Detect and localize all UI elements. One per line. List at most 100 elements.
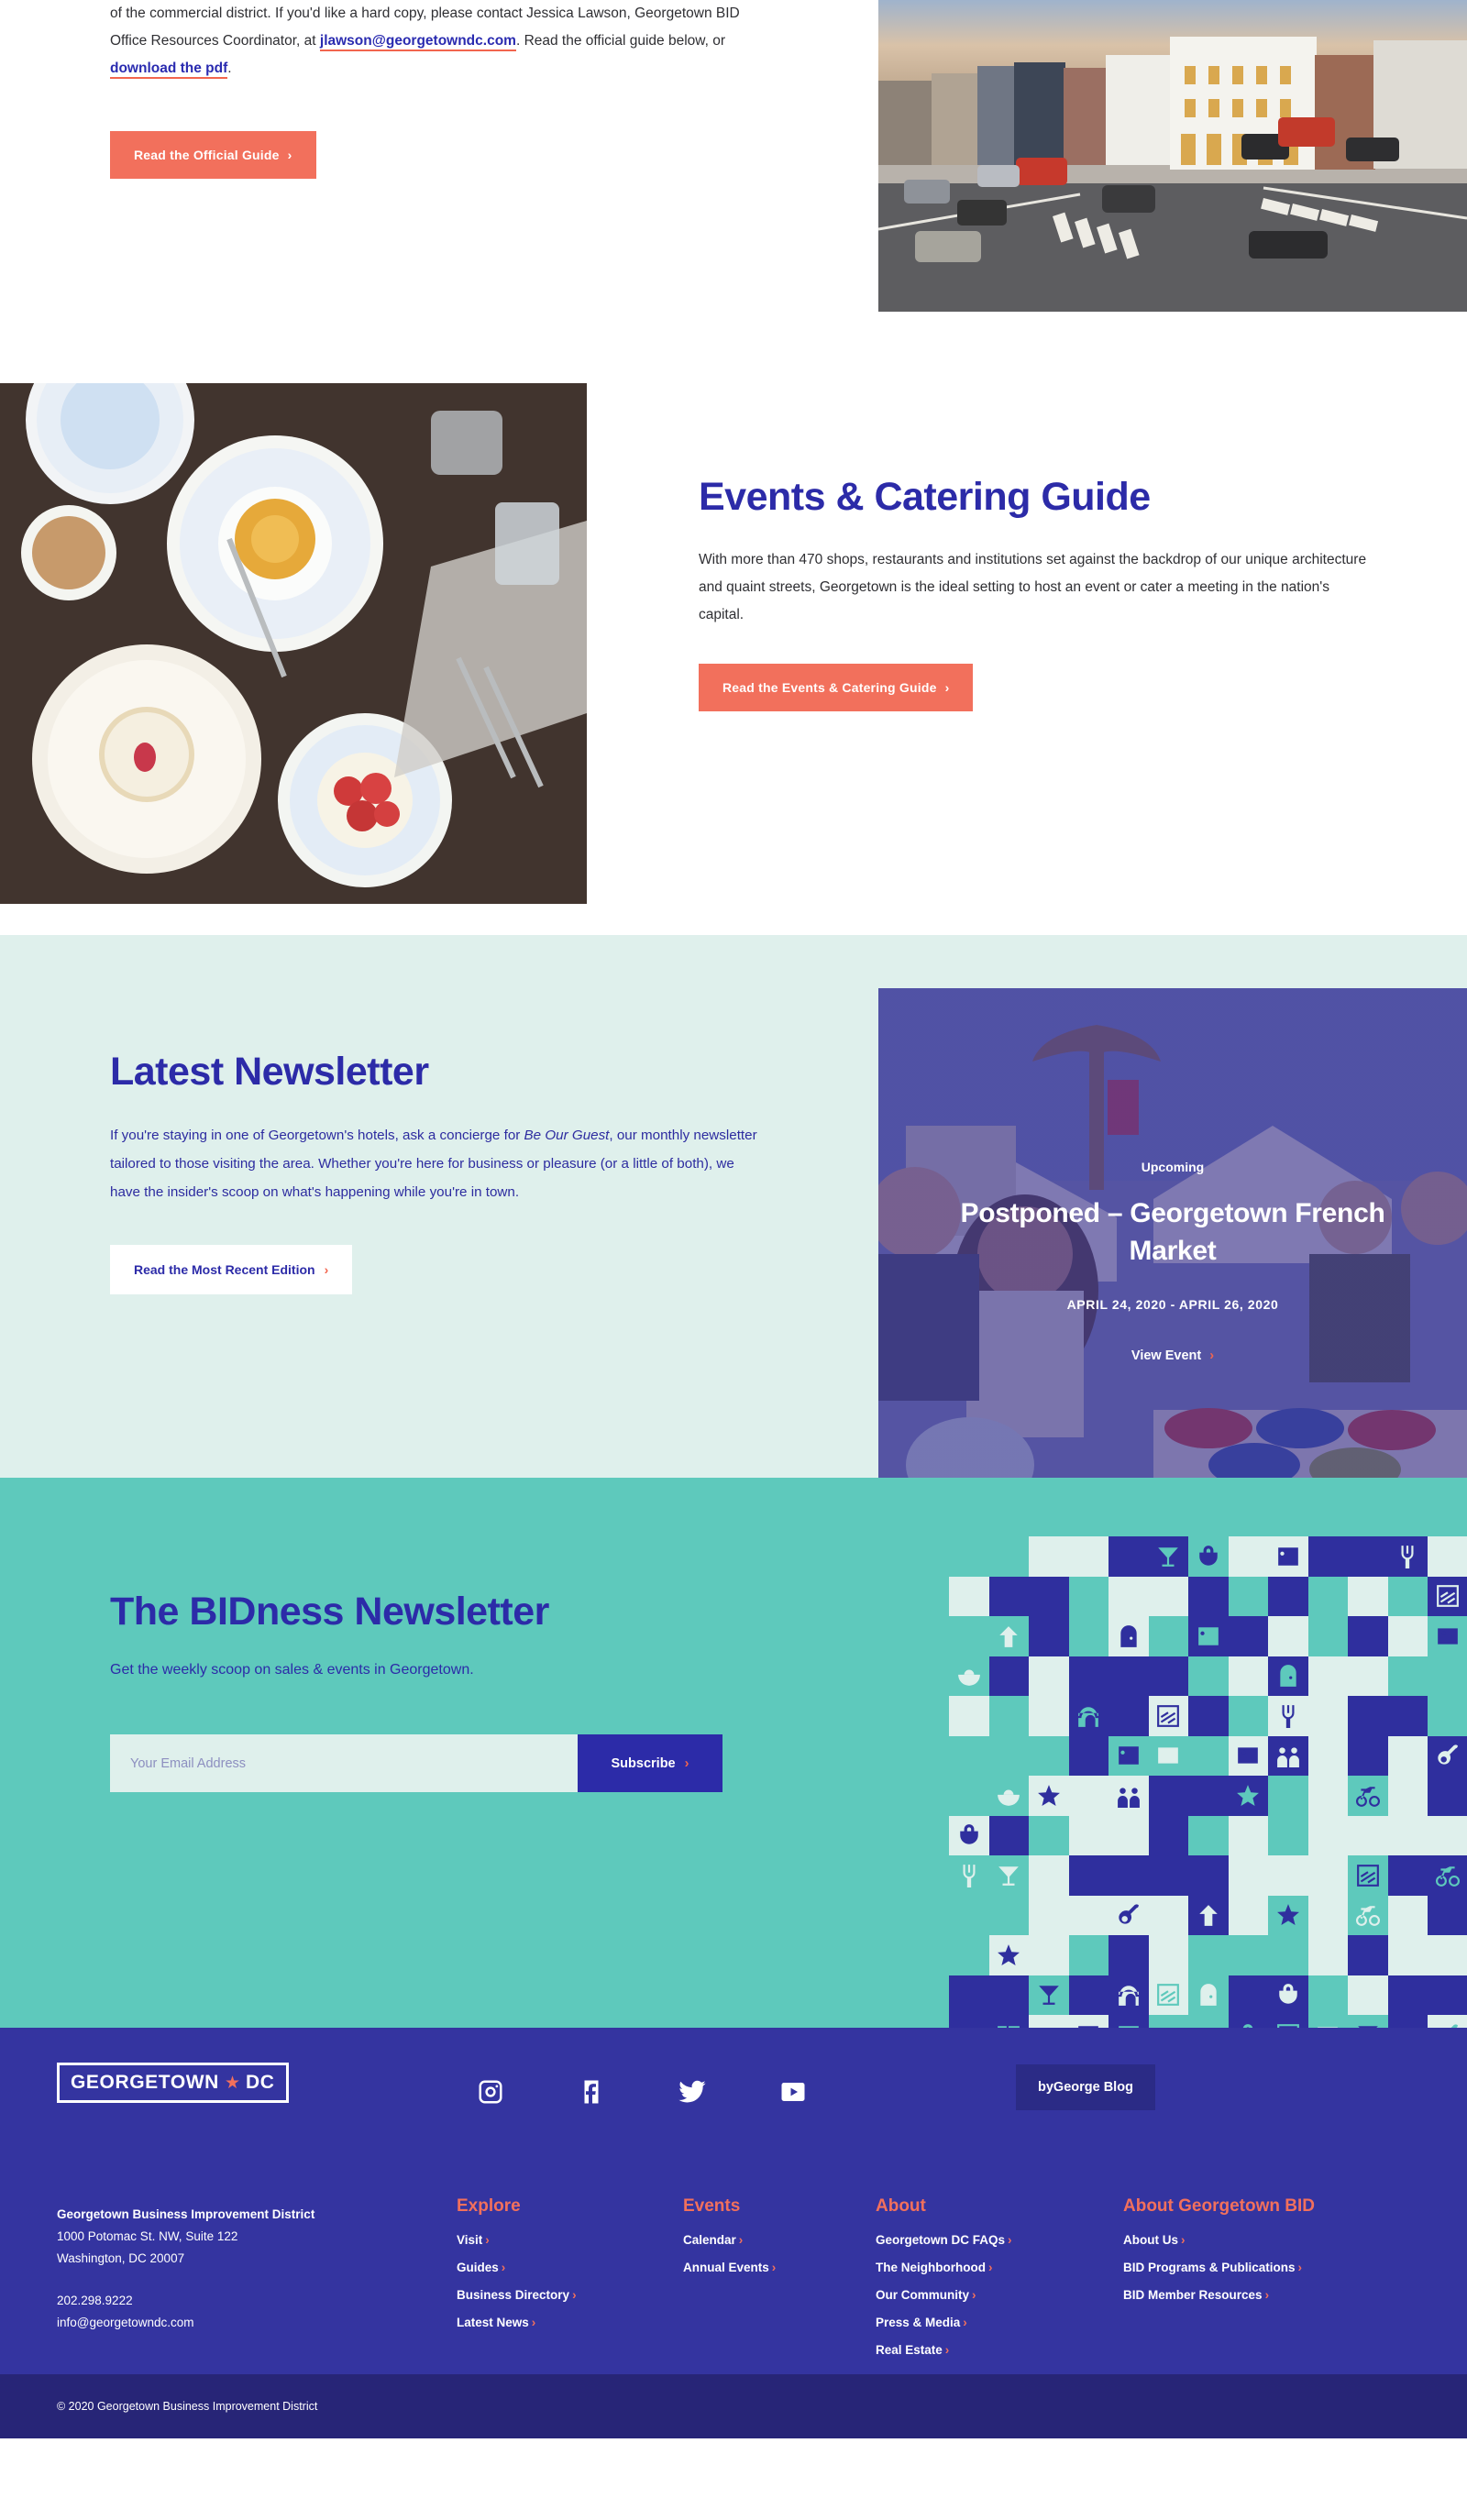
- twitter-icon[interactable]: [642, 2072, 743, 2112]
- footer-email[interactable]: info@georgetowndc.com: [57, 2312, 314, 2334]
- mosaic-tile: [1348, 1656, 1388, 1696]
- mosaic-tile: [1148, 1895, 1188, 1935]
- mosaic-tile: [988, 1536, 1029, 1577]
- chevron-right-icon: ›: [1297, 2261, 1303, 2274]
- footer-column-explore: Explore Visit › Guides › Business Directory › L…: [457, 2196, 577, 2343]
- bygeorge-blog-button[interactable]: byGeorge Blog: [1016, 2064, 1155, 2110]
- mosaic-tile: [1428, 1696, 1467, 1736]
- pdf-link[interactable]: download the pdf: [110, 61, 228, 79]
- footer-link-label: About Us: [1123, 2233, 1178, 2247]
- read-events-catering-guide-button[interactable]: Read the Events & Catering Guide ›: [699, 664, 974, 711]
- footer-link[interactable]: BID Member Resources ›: [1123, 2288, 1315, 2302]
- mosaic-tile: [1348, 1815, 1388, 1855]
- mosaic-tile: [1068, 1656, 1109, 1696]
- star-icon: [1029, 1776, 1069, 1816]
- footer-link[interactable]: Latest News ›: [457, 2316, 577, 2329]
- read-official-guide-label: Read the Official Guide: [134, 148, 280, 162]
- mosaic-tile: [1228, 1576, 1268, 1616]
- event-overlay: Upcoming Postponed – Georgetown French M…: [878, 988, 1467, 1534]
- upcoming-event-card[interactable]: Upcoming Postponed – Georgetown French M…: [878, 988, 1467, 1534]
- footer-link[interactable]: Calendar ›: [683, 2233, 776, 2247]
- mosaic-tile: [1109, 1576, 1149, 1616]
- bicycle-icon: [1348, 1895, 1388, 1935]
- mosaic-tile: [1188, 1935, 1229, 1975]
- mosaic-tile: [1387, 1975, 1428, 2015]
- footer-column-title: Explore: [457, 2196, 521, 2216]
- mosaic-tile: [1188, 1815, 1229, 1855]
- mosaic-tile: [1228, 1536, 1268, 1577]
- footer-link-label: Calendar: [683, 2233, 736, 2247]
- mosaic-tile: [949, 1576, 989, 1616]
- youtube-icon[interactable]: [743, 2072, 844, 2112]
- read-most-recent-edition-button[interactable]: Read the Most Recent Edition ›: [110, 1245, 353, 1294]
- footer-link[interactable]: About Us ›: [1123, 2233, 1315, 2247]
- mosaic-tile: [1428, 1656, 1467, 1696]
- footer-link[interactable]: Business Directory ›: [457, 2288, 577, 2302]
- newsletter-copy: Latest Newsletter If you're staying in o…: [110, 1050, 789, 1294]
- georgetown-dc-logo[interactable]: GEORGETOWN ★ DC: [57, 2063, 289, 2103]
- icon-mosaic: [949, 1536, 1467, 2062]
- intro-button-wrap: Read the Official Guide ›: [110, 131, 316, 179]
- events-copy: Events & Catering Guide With more than 4…: [699, 475, 1395, 711]
- footer-link[interactable]: Georgetown DC FAQs ›: [876, 2233, 1012, 2247]
- chevron-right-icon: ›: [572, 2288, 577, 2302]
- mosaic-tile: [1348, 1536, 1388, 1577]
- mosaic-tile: [1029, 1696, 1069, 1736]
- footer-link[interactable]: Real Estate ›: [876, 2343, 1012, 2357]
- mosaic-tile: [1348, 1696, 1388, 1736]
- street-photo-art: [878, 0, 1467, 312]
- mosaic-tile: [1228, 1975, 1268, 2015]
- landscape-icon: [1188, 1616, 1229, 1656]
- mosaic-tile: [1307, 1696, 1348, 1736]
- martini-icon: [1148, 1536, 1188, 1577]
- mosaic-tile: [1268, 1576, 1308, 1616]
- mosaic-tile: [949, 1735, 989, 1776]
- footer-link[interactable]: Press & Media ›: [876, 2316, 1012, 2329]
- chevron-right-icon: ›: [972, 2288, 976, 2302]
- instagram-icon[interactable]: [440, 2072, 541, 2112]
- mosaic-tile: [1387, 1735, 1428, 1776]
- stairs-icon: [1428, 1576, 1467, 1616]
- mosaic-tile: [1428, 1815, 1467, 1855]
- mosaic-tile: [1068, 1776, 1109, 1816]
- chevron-right-icon: ›: [738, 2233, 744, 2247]
- email-input[interactable]: [110, 1734, 578, 1792]
- food-photo-art: [0, 383, 587, 904]
- event-date-range: APRIL 24, 2020 - APRIL 26, 2020: [1066, 1296, 1279, 1312]
- footer-link[interactable]: Visit ›: [457, 2233, 577, 2247]
- email-link[interactable]: jlawson@georgetowndc.com: [319, 33, 516, 51]
- mosaic-tile: [1109, 1656, 1149, 1696]
- mosaic-tile: [1307, 1576, 1348, 1616]
- footer-link[interactable]: Our Community ›: [876, 2288, 1012, 2302]
- mosaic-tile: [1148, 1855, 1188, 1896]
- mosaic-tile: [1428, 1776, 1467, 1816]
- logo-text-left: GEORGETOWN: [71, 2072, 219, 2093]
- people-icon: [1268, 1735, 1308, 1776]
- view-event-link[interactable]: View Event ›: [1131, 1348, 1214, 1363]
- mosaic-tile: [949, 1776, 989, 1816]
- subscribe-button[interactable]: Subscribe ›: [578, 1734, 722, 1792]
- mosaic-tile: [1268, 1616, 1308, 1656]
- mosaic-tile: [949, 1696, 989, 1736]
- mosaic-tile: [1387, 1855, 1428, 1896]
- read-official-guide-button[interactable]: Read the Official Guide ›: [110, 131, 316, 179]
- chevron-right-icon: ›: [771, 2261, 777, 2274]
- copyright-text: © 2020 Georgetown Business Improvement D…: [57, 2400, 318, 2413]
- mosaic-tile: [1387, 1815, 1428, 1855]
- footer-link[interactable]: Annual Events ›: [683, 2261, 776, 2274]
- chevron-right-icon: ›: [684, 1755, 689, 1771]
- footer-link[interactable]: The Neighborhood ›: [876, 2261, 1012, 2274]
- facebook-icon[interactable]: [541, 2072, 642, 2112]
- footer-link[interactable]: Guides ›: [457, 2261, 577, 2274]
- mosaic-tile: [1109, 1815, 1149, 1855]
- basket-icon: [949, 1815, 989, 1855]
- mosaic-tile: [1109, 1855, 1149, 1896]
- footer-org-name: Georgetown Business Improvement District: [57, 2207, 315, 2221]
- newsletter-heading: Latest Newsletter: [110, 1050, 429, 1094]
- mosaic-tile: [988, 1656, 1029, 1696]
- bowl-icon: [949, 1656, 989, 1696]
- martini-icon: [988, 1855, 1029, 1896]
- footer-phone[interactable]: 202.298.9222: [57, 2290, 314, 2312]
- footer-address-line2: Washington, DC 20007: [57, 2251, 185, 2265]
- footer-link[interactable]: BID Programs & Publications ›: [1123, 2261, 1315, 2274]
